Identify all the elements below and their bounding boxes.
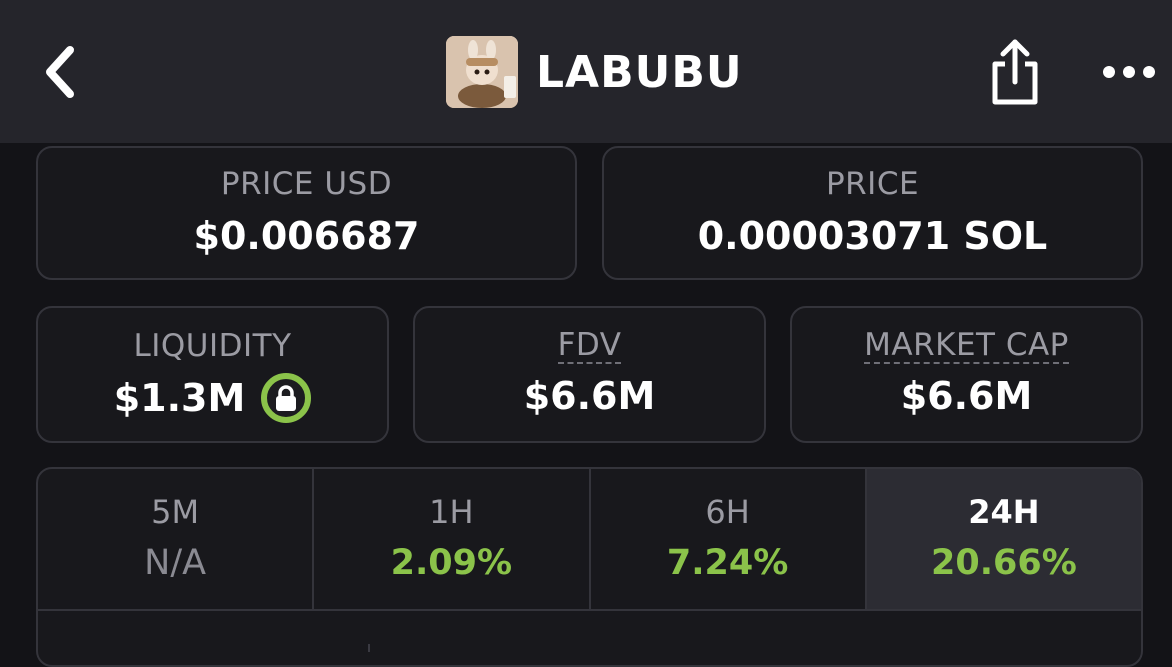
tab-change-value: 7.24%: [666, 543, 789, 583]
liquidity-lock-button[interactable]: [261, 372, 312, 423]
tab-label: 24H: [968, 493, 1040, 531]
more-options-button[interactable]: [1096, 50, 1162, 94]
token-title: LABUBU: [536, 46, 743, 98]
liquidity-card: LIQUIDITY $1.3M: [36, 306, 389, 443]
top-bar: LABUBU: [0, 0, 1172, 143]
tab-change-value: 20.66%: [930, 543, 1077, 583]
price-usd-card: PRICE USD $0.006687: [36, 146, 577, 280]
timeframe-tab-row: 5M N/A 1H 2.09% 6H 7.24% 24H 20.66%: [38, 469, 1141, 611]
timeframe-tabs: 5M N/A 1H 2.09% 6H 7.24% 24H 20.66%: [36, 467, 1143, 667]
liquidity-value: $1.3M: [113, 375, 246, 420]
liquidity-value-row: $1.3M: [114, 372, 312, 424]
share-button[interactable]: [984, 38, 1046, 108]
back-button[interactable]: [30, 40, 90, 104]
market-cap-value: $6.6M: [900, 373, 1033, 418]
tab-5m[interactable]: 5M N/A: [38, 469, 315, 609]
fdv-value: $6.6M: [523, 373, 656, 418]
more-horizontal-icon: [1103, 66, 1155, 78]
tab-change-value: 2.09%: [390, 543, 513, 583]
market-cap-label[interactable]: MARKET CAP: [864, 328, 1069, 364]
price-native-label: PRICE: [825, 166, 920, 202]
price-usd-value: $0.006687: [193, 214, 420, 258]
tab-label: 6H: [705, 493, 750, 531]
price-native-card: PRICE 0.00003071 SOL: [602, 146, 1143, 280]
tab-change-value: N/A: [144, 543, 207, 583]
price-usd-label: PRICE USD: [220, 166, 393, 202]
tab-24h[interactable]: 24H 20.66%: [866, 469, 1141, 609]
fdv-card[interactable]: FDV $6.6M: [413, 306, 766, 443]
chevron-left-icon: [46, 46, 74, 98]
price-native-value: 0.00003071 SOL: [697, 214, 1048, 258]
token-title-group: LABUBU: [446, 36, 743, 108]
lock-icon: [276, 384, 297, 411]
market-cap-card[interactable]: MARKET CAP $6.6M: [790, 306, 1143, 443]
share-icon: [992, 39, 1038, 105]
token-avatar: [446, 36, 518, 108]
tab-label: 5M: [151, 493, 200, 531]
fdv-label[interactable]: FDV: [557, 328, 622, 364]
liquidity-label: LIQUIDITY: [133, 327, 292, 364]
tab-6h[interactable]: 6H 7.24%: [591, 469, 867, 609]
tab-label: 1H: [429, 493, 474, 531]
tab-1h[interactable]: 1H 2.09%: [314, 469, 591, 609]
